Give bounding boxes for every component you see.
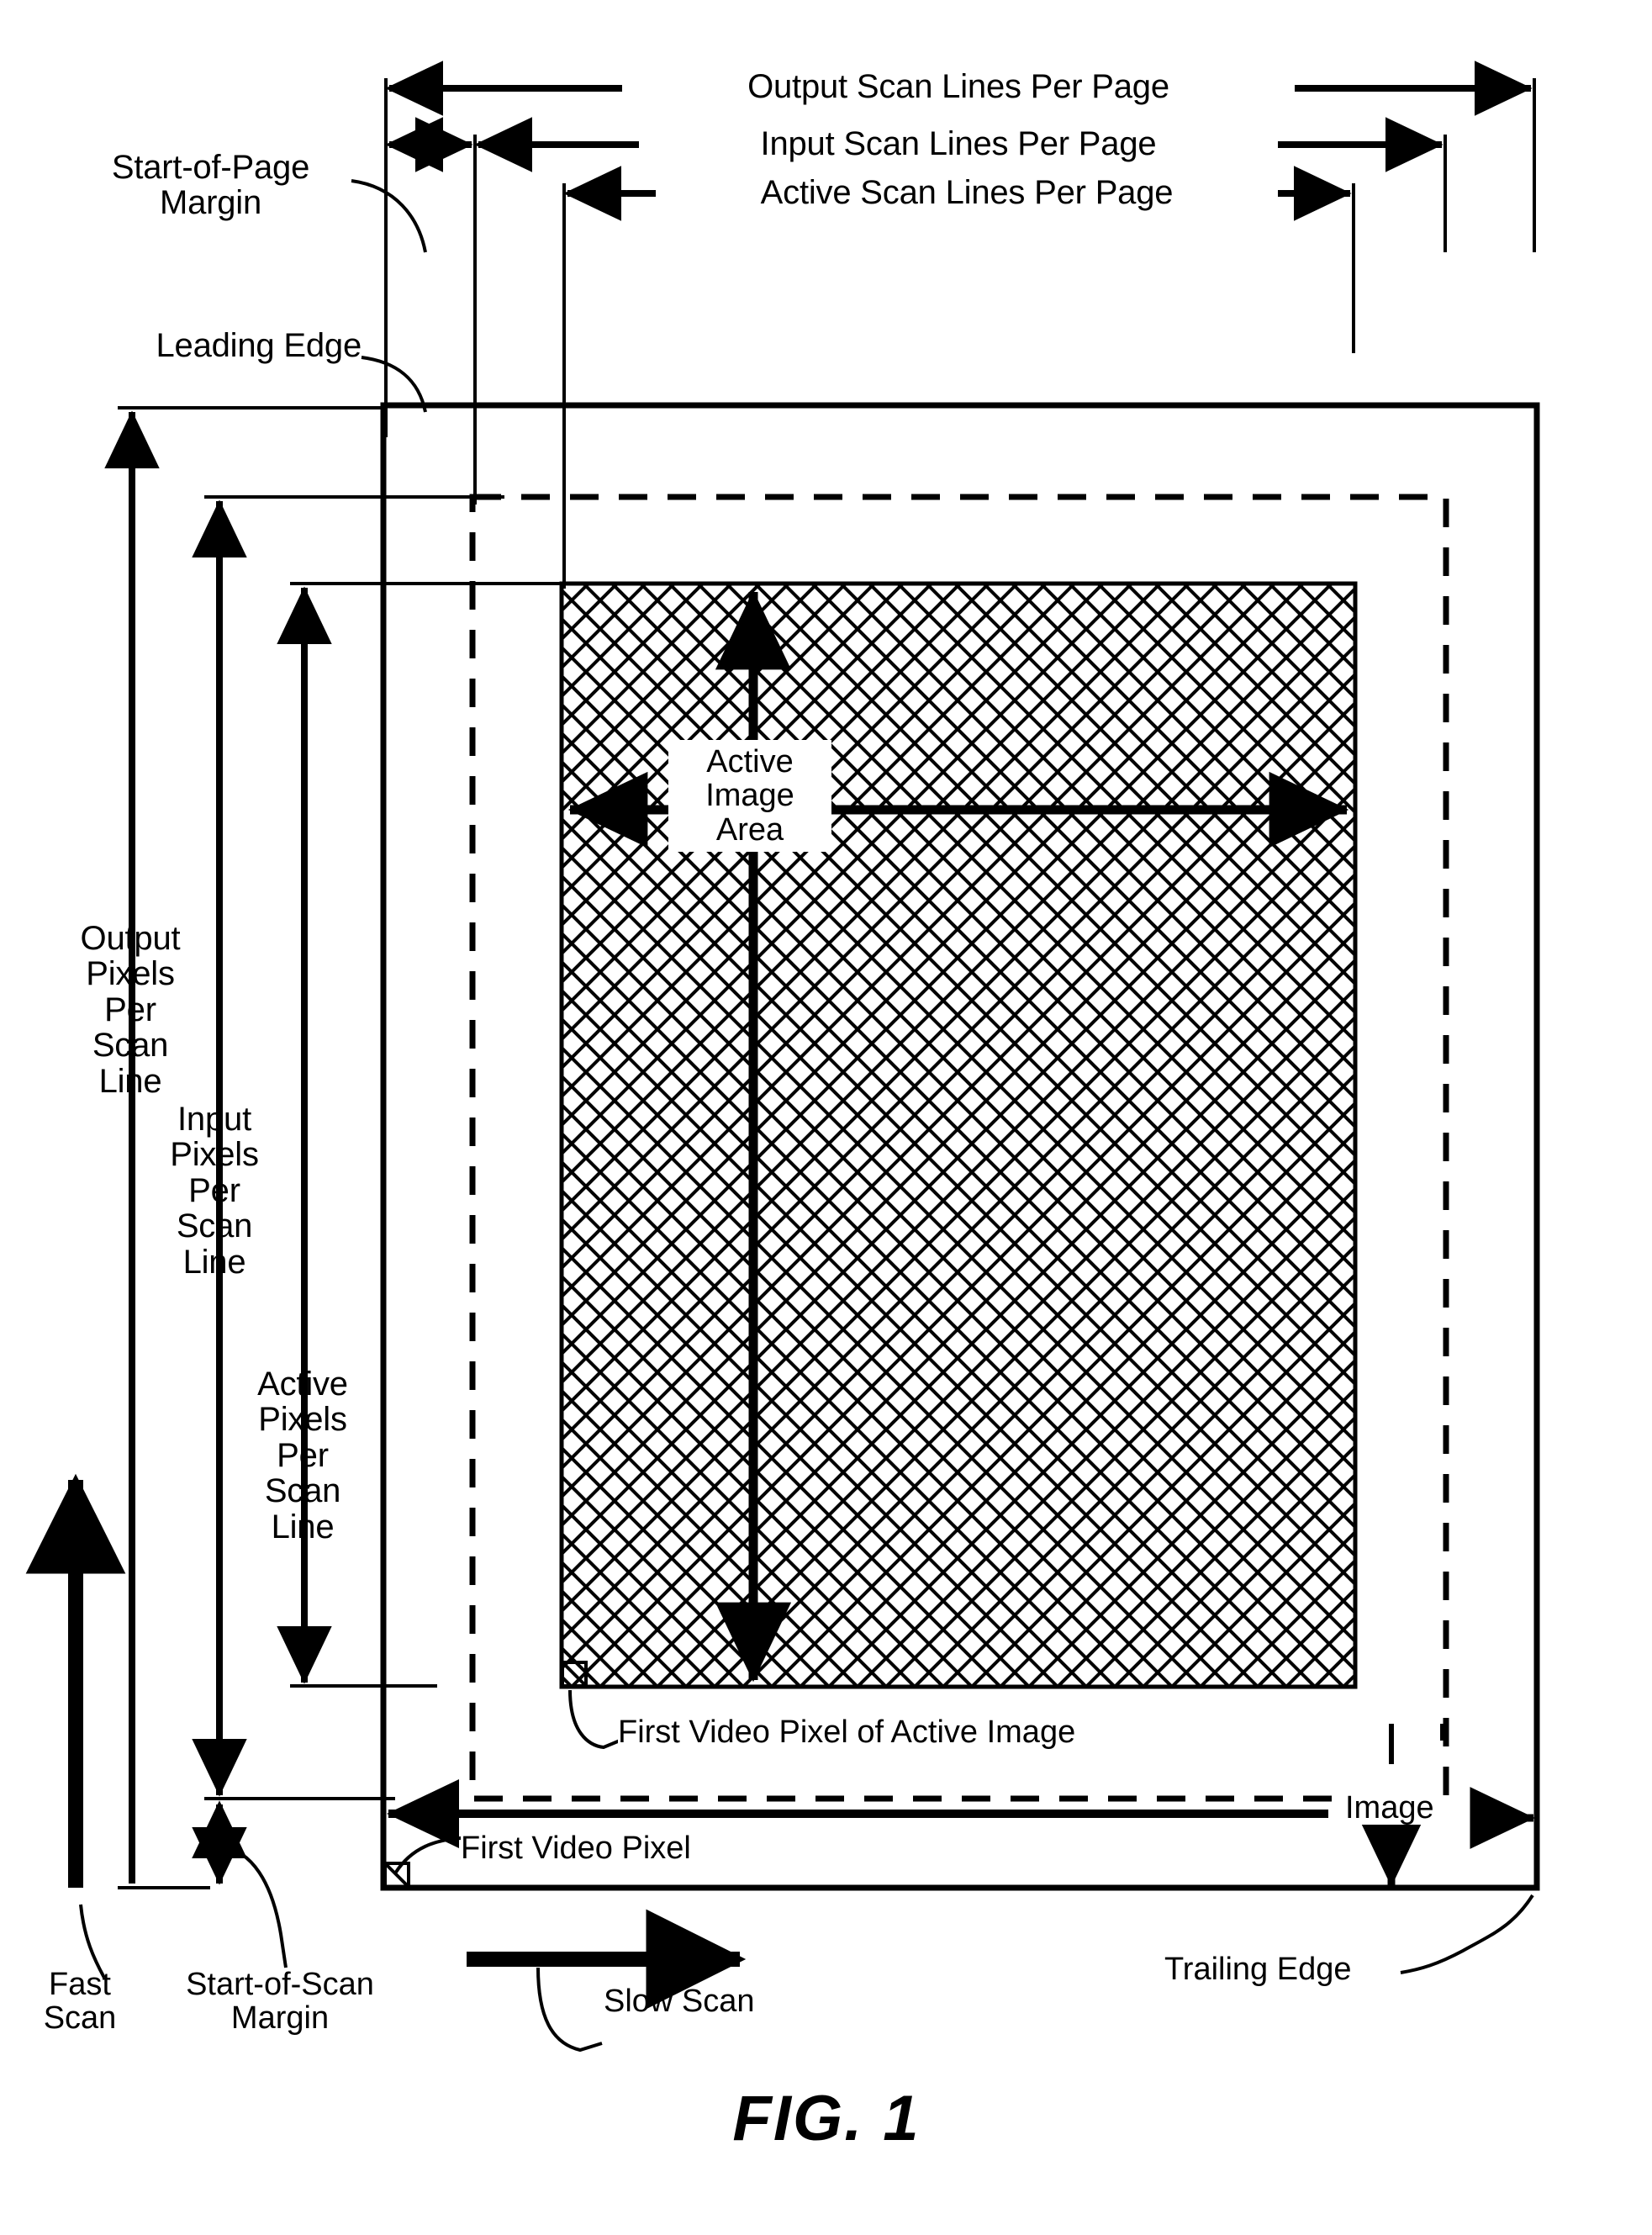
label-output-scan-lines-per-page: Output Scan Lines Per Page (622, 69, 1295, 104)
label-leading-edge: Leading Edge (156, 327, 362, 364)
figure-caption: FIG. 1 (732, 2083, 921, 2154)
label-input-pixels-per-scan-line: Input Pixels Per Scan Line (170, 1101, 259, 1281)
label-start-of-scan-margin: Start-of-Scan Margin (186, 1967, 374, 2037)
trailing-edge-leader (1400, 1894, 1534, 1974)
first-video-pixel-marker (383, 1862, 410, 1889)
slow-scan-leader (536, 1967, 603, 2053)
label-active-pixels-per-scan-line: Active Pixels Per Scan Line (257, 1366, 348, 1545)
dim-arrowheads-bottom (192, 1556, 332, 1797)
label-output-pixels-per-scan-line: Output Pixels Per Scan Line (80, 920, 181, 1100)
label-first-video-pixel-of-active-image: First Video Pixel of Active Image (618, 1715, 1076, 1750)
start-of-page-margin-leader (351, 179, 427, 253)
first-video-pixel-active-leader (568, 1689, 625, 1750)
label-active-scan-lines-per-page: Active Scan Lines Per Page (656, 175, 1278, 210)
image-tick-lines (1389, 1724, 1445, 1764)
label-first-video-pixel: First Video Pixel (461, 1831, 691, 1866)
label-fast-scan: Fast Scan (43, 1967, 117, 2037)
label-image: Image (1345, 1790, 1434, 1826)
label-start-of-page-margin: Start-of-Page Margin (111, 149, 310, 222)
label-active-image-area: Active Image Area (668, 740, 831, 852)
label-slow-scan: Slow Scan (604, 1984, 755, 2019)
label-trailing-edge: Trailing Edge (1164, 1952, 1352, 1987)
figure-container: Output Scan Lines Per Page Input Scan Li… (0, 0, 1652, 2235)
label-input-scan-lines-per-page: Input Scan Lines Per Page (639, 126, 1278, 161)
start-of-scan-margin-leader (219, 1845, 288, 1968)
